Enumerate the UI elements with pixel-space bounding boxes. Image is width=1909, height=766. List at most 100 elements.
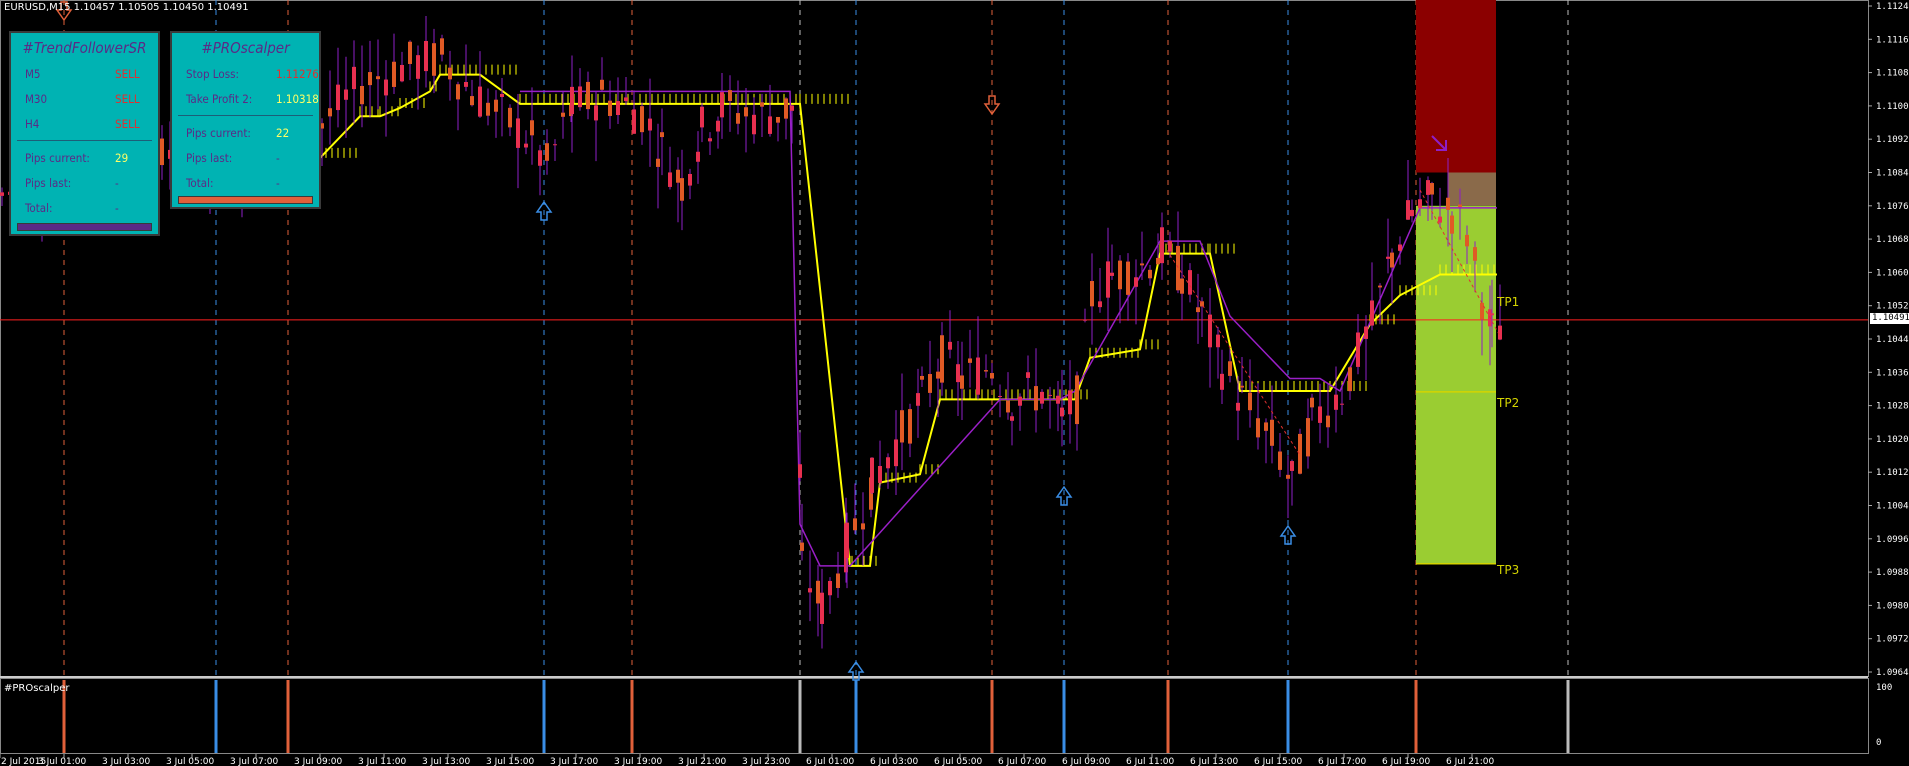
candle-body [760, 102, 764, 107]
candle-body [1364, 326, 1368, 339]
x-tick-label: 3 Jul 03:00 [102, 757, 151, 766]
candle-body [352, 66, 356, 90]
candle-body [344, 89, 348, 100]
candle-body [1126, 261, 1130, 295]
y-tick-label: 1.10845 [1876, 169, 1909, 179]
candle-body [1006, 400, 1010, 413]
candle-body [486, 102, 490, 116]
candle-body [900, 410, 904, 443]
candle-body [845, 522, 849, 559]
trend-color-bar [17, 223, 152, 231]
candle-body [798, 464, 802, 478]
candle-body [408, 41, 412, 64]
candle-body [470, 96, 474, 106]
stat-label: Total: [186, 176, 214, 190]
candle-body [432, 43, 436, 76]
sell-zone [1416, 0, 1496, 173]
subwindow-scale-top: 100 [1876, 683, 1893, 693]
candle-body [440, 38, 444, 55]
candle-body [1426, 180, 1430, 195]
candle-body [948, 341, 952, 350]
candle-body [608, 100, 612, 116]
candle-body [1418, 199, 1422, 209]
candle-body [494, 99, 498, 112]
y-tick-label: 1.11165 [1876, 35, 1909, 45]
candle-body [561, 112, 565, 117]
trend-row-label: M5 [25, 67, 41, 81]
candle-body [736, 113, 740, 124]
tp2-label: TP2 [1497, 396, 1520, 410]
candle-body [1068, 390, 1072, 415]
symbol-info: EURUSD,M15 1.10457 1.10505 1.10450 1.104… [4, 2, 249, 13]
y-tick-label: 1.09645 [1876, 668, 1909, 678]
candle-body [744, 107, 748, 117]
candle-body [660, 132, 664, 138]
y-tick-label: 1.10445 [1876, 335, 1909, 345]
y-tick-label: 1.10365 [1876, 368, 1909, 378]
candle-body [676, 169, 680, 183]
candle-body [908, 409, 912, 444]
candle-body [696, 151, 700, 162]
candle-body [1140, 263, 1144, 266]
candle-body [1356, 332, 1360, 367]
candle-body [1110, 272, 1114, 276]
candle-body [336, 84, 340, 111]
candle-body [1034, 386, 1038, 411]
stat-value: - [115, 201, 119, 215]
candle-body [878, 466, 882, 483]
target-zone [1416, 205, 1496, 564]
candle-body [1480, 302, 1484, 320]
trend-panel-title: #TrendFollowerSR [22, 39, 147, 57]
candle-body [1490, 313, 1494, 316]
candle-body [632, 109, 636, 134]
x-tick-label: 3 Jul 23:00 [742, 757, 791, 766]
scalper-pips-current: Pips current: 22 [172, 120, 319, 145]
current-price-label: 1.10491 [1870, 313, 1909, 324]
candle-body [448, 67, 452, 80]
candle-body [1458, 204, 1462, 207]
candle-body [1370, 300, 1374, 326]
trend-follower-panel[interactable]: #TrendFollowerSR M5 SELL M30 SELL H4 SEL… [9, 31, 160, 236]
candle-body [1083, 319, 1087, 321]
candle-body [784, 98, 788, 119]
y-tick-label: 1.10925 [1876, 135, 1909, 145]
candle-body [894, 439, 898, 467]
candle-body [1134, 277, 1138, 287]
candle-body [1188, 270, 1192, 295]
candle-body [728, 90, 732, 102]
candle-body [1306, 418, 1310, 457]
candle-body [1450, 215, 1454, 234]
candle-body [968, 358, 972, 363]
x-tick-label: 6 Jul 11:00 [1126, 757, 1175, 766]
x-tick-label: 6 Jul 09:00 [1062, 757, 1111, 766]
trend-row-label: H4 [25, 117, 40, 131]
scalper-row-label: Take Profit 2: [186, 92, 253, 106]
candle-body [820, 592, 824, 624]
candle-body [1098, 301, 1102, 308]
trend-row-value: SELL [115, 67, 140, 81]
proscalper-panel[interactable]: #PROscalper Stop Loss: 1.11276 Take Prof… [170, 31, 321, 209]
y-tick-label: 1.10605 [1876, 268, 1909, 278]
candle-body [853, 518, 857, 531]
candle-body [478, 86, 482, 117]
candle-body [1438, 216, 1442, 223]
candle-body [688, 173, 692, 186]
candle-body [160, 138, 164, 166]
trend-row-h4: H4 SELL [11, 111, 158, 136]
scalper-row-value: 1.11276 [276, 67, 319, 81]
x-tick-label: 6 Jul 15:00 [1254, 757, 1303, 766]
candle-body [1334, 394, 1338, 410]
x-tick-label: 6 Jul 07:00 [998, 757, 1047, 766]
candle-body [998, 395, 1002, 397]
stat-value: 22 [276, 126, 290, 140]
stat-label: Pips current: [186, 126, 251, 140]
subwindow-frame [0, 678, 1869, 754]
y-tick-label: 1.10045 [1876, 502, 1909, 512]
candle-body [1340, 403, 1344, 405]
candle-body [400, 64, 404, 82]
y-tick-label: 1.09805 [1876, 601, 1909, 611]
candle-body [1398, 244, 1402, 251]
candle-body [700, 106, 704, 128]
candle-body [928, 374, 932, 393]
candle-body [1148, 269, 1152, 279]
